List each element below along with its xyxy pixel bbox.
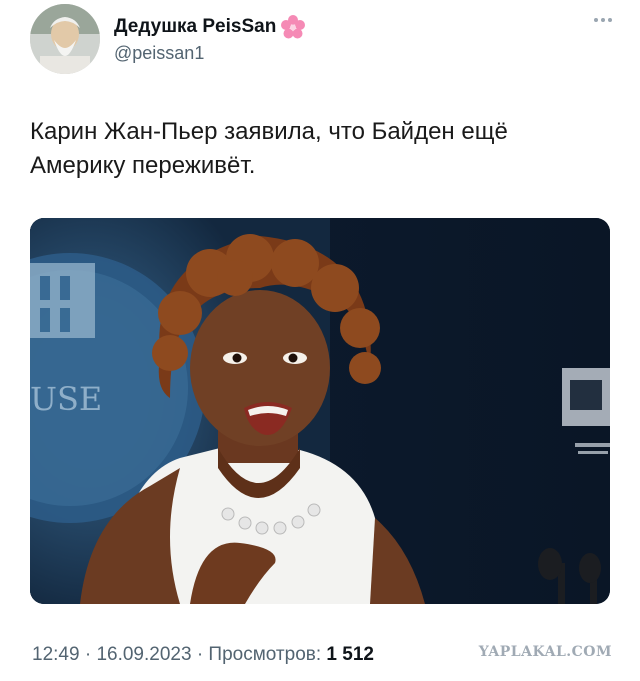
tweet-meta: 12:49 · 16.09.2023 · Просмотров: 1 512	[32, 643, 374, 667]
meta-separator: ·	[196, 644, 204, 665]
more-options-icon[interactable]	[594, 18, 612, 22]
cherry-blossom-icon	[281, 15, 306, 39]
views-label: Просмотров:	[208, 644, 322, 665]
author-block: Дедушка PeisSan @peissan1	[114, 14, 306, 64]
tweet-header: Дедушка PeisSan @peissan1	[30, 4, 620, 76]
tweet-time[interactable]: 12:49	[32, 644, 80, 665]
tweet-photo[interactable]: USE	[30, 218, 610, 604]
seal-text: USE	[30, 380, 102, 418]
avatar[interactable]	[30, 4, 100, 74]
tweet-text: Карин Жан-Пьер заявила, что Байден ещё А…	[30, 118, 508, 179]
meta-separator: ·	[84, 644, 92, 665]
author-name[interactable]: Дедушка PeisSan	[114, 14, 306, 40]
tweet-date[interactable]: 16.09.2023	[96, 644, 191, 665]
views-count: 1 512	[326, 644, 374, 665]
watermark: YAPLAKAL.COM	[478, 644, 612, 660]
author-handle[interactable]: @peissan1	[114, 42, 306, 64]
